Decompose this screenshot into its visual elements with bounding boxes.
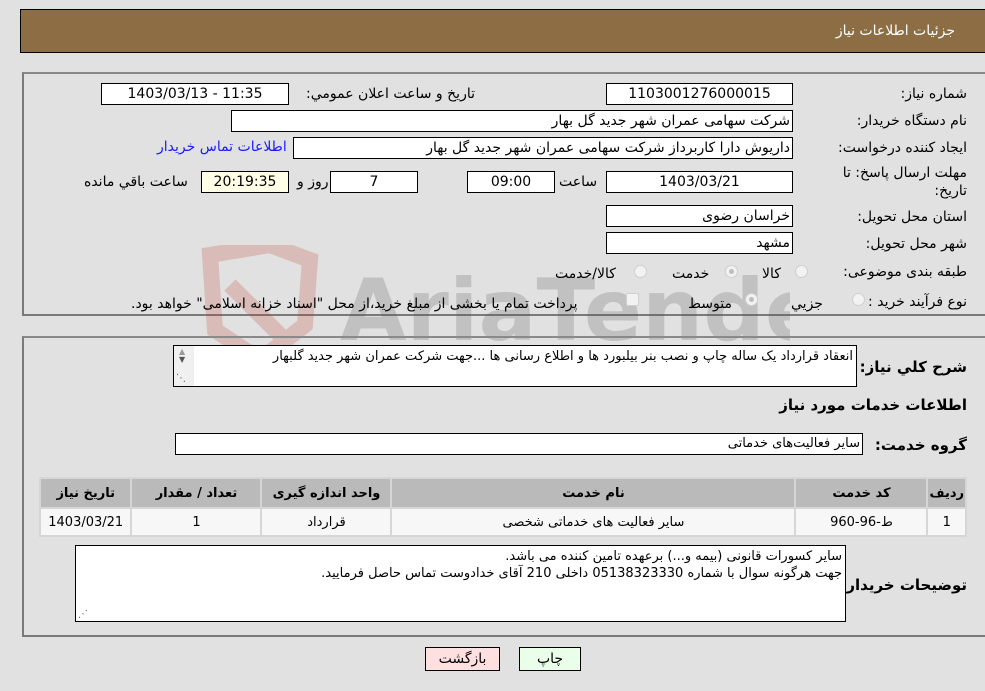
buyer-org-field: شركت سهامی عمران شهر جدید گل بهار — [231, 110, 793, 132]
cell-service-code: ط-96-960 — [796, 509, 927, 535]
province-label: استان محل تحویل: — [857, 209, 967, 225]
resize-grip-icon[interactable]: ⋱ — [78, 606, 88, 621]
resize-grip-icon[interactable]: ⋱ — [176, 373, 186, 384]
services-section-title: اطلاعات خدمات مورد نياز — [779, 396, 967, 414]
province-field: خراسان رضوی — [606, 205, 793, 227]
services-table: رديف کد خدمت نام خدمت واحد اندازه گیری ت… — [39, 477, 967, 537]
buyer-notes-label: توضیحات خریدار: — [840, 576, 967, 594]
category-radio-service[interactable] — [725, 265, 738, 278]
process-radio-minor[interactable] — [852, 293, 865, 306]
treasury-checkbox-label: پرداخت تمام یا بخشی از مبلغ خرید،از محل … — [131, 296, 578, 312]
back-button[interactable]: بازگشت — [425, 647, 500, 671]
deadline-label: مهلت ارسال پاسخ: تا تاریخ: — [842, 165, 967, 199]
cell-quantity: 1 — [132, 509, 261, 535]
category-label: طبقه بندی موضوعی: — [843, 264, 967, 280]
creator-label: ايجاد کننده درخواست: — [838, 140, 967, 156]
cell-unit: قرارداد — [262, 509, 391, 535]
process-option-minor: جزيي — [791, 296, 823, 312]
need-number-field: 1103001276000015 — [606, 83, 793, 105]
remaining-time-label: ساعت باقي مانده — [84, 174, 188, 190]
page-title: جزئیات اطلاعات نیاز — [835, 23, 955, 39]
buyer-org-label: نام دستگاه خريدار: — [856, 113, 967, 129]
category-option-service: خدمت — [672, 266, 710, 282]
description-textarea[interactable]: انعقاد قرارداد یک ساله چاپ و نصب بنر بیل… — [173, 345, 857, 387]
announce-datetime-field: 1403/03/13 - 11:35 — [101, 83, 289, 105]
col-row-number: رديف — [928, 479, 965, 507]
category-option-goods: کالا — [762, 266, 781, 282]
cell-service-name: سایر فعالیت های خدماتی شخصی — [392, 509, 795, 535]
deadline-time-label: ساعت — [559, 174, 598, 190]
col-quantity: تعداد / مقدار — [132, 479, 261, 507]
description-label: شرح كلي نياز: — [859, 358, 967, 376]
creator-field: داریوش دارا کاربرداز شركت سهامی عمران شه… — [293, 137, 793, 159]
table-row: 1 ط-96-960 سایر فعالیت های خدماتی شخصی ق… — [41, 509, 965, 535]
col-unit: واحد اندازه گیری — [262, 479, 391, 507]
treasury-checkbox[interactable] — [626, 293, 639, 306]
city-label: شهر محل تحویل: — [865, 236, 967, 252]
deadline-days-label: روز و — [297, 174, 329, 190]
announce-datetime-label: تاریخ و ساعت اعلان عمومي: — [306, 86, 475, 102]
page-header: جزئیات اطلاعات نیاز — [20, 9, 985, 53]
scroll-down-icon[interactable]: ▼ — [179, 355, 185, 364]
buyer-notes-textarea[interactable]: سایر کسورات قانونی (بیمه و...) برعهده تا… — [75, 545, 846, 622]
print-button[interactable]: چاپ — [519, 647, 581, 671]
service-group-label: گروه خدمت: — [874, 436, 967, 454]
description-text: انعقاد قرارداد یک ساله چاپ و نصب بنر بیل… — [272, 349, 853, 364]
remaining-time-field: 20:19:35 — [201, 171, 289, 193]
category-radio-goods[interactable] — [795, 265, 808, 278]
table-header-row: رديف کد خدمت نام خدمت واحد اندازه گیری ت… — [41, 479, 965, 507]
service-group-field: سایر فعالیت‌های خدماتی — [175, 433, 863, 455]
buyer-notes-line-2: جهت هرگونه سوال با شماره 05138323330 داخ… — [321, 566, 842, 581]
col-service-name: نام خدمت — [392, 479, 795, 507]
cell-need-date: 1403/03/21 — [41, 509, 131, 535]
purchase-process-label: نوع فرآیند خرید : — [868, 294, 967, 310]
process-option-medium: متوسط — [688, 296, 732, 312]
description-scrollbar[interactable]: ▲ ▼ ⋱ — [174, 346, 194, 386]
category-radio-goods-service[interactable] — [634, 265, 647, 278]
category-option-goods-service: کالا/خدمت — [555, 266, 616, 282]
deadline-days-field: 7 — [330, 171, 418, 193]
process-radio-medium[interactable] — [745, 293, 758, 306]
buyer-notes-line-1: سایر کسورات قانونی (بیمه و...) برعهده تا… — [505, 549, 842, 564]
city-field: مشهد — [606, 232, 793, 254]
deadline-date-field: 1403/03/21 — [606, 171, 793, 193]
col-service-code: کد خدمت — [796, 479, 927, 507]
cell-row-number: 1 — [928, 509, 965, 535]
deadline-time-field: 09:00 — [467, 171, 555, 193]
col-need-date: تاریخ نیاز — [41, 479, 131, 507]
buyer-contact-link[interactable]: اطلاعات تماس خريدار — [157, 139, 287, 155]
need-number-label: شماره نیاز: — [900, 86, 968, 102]
